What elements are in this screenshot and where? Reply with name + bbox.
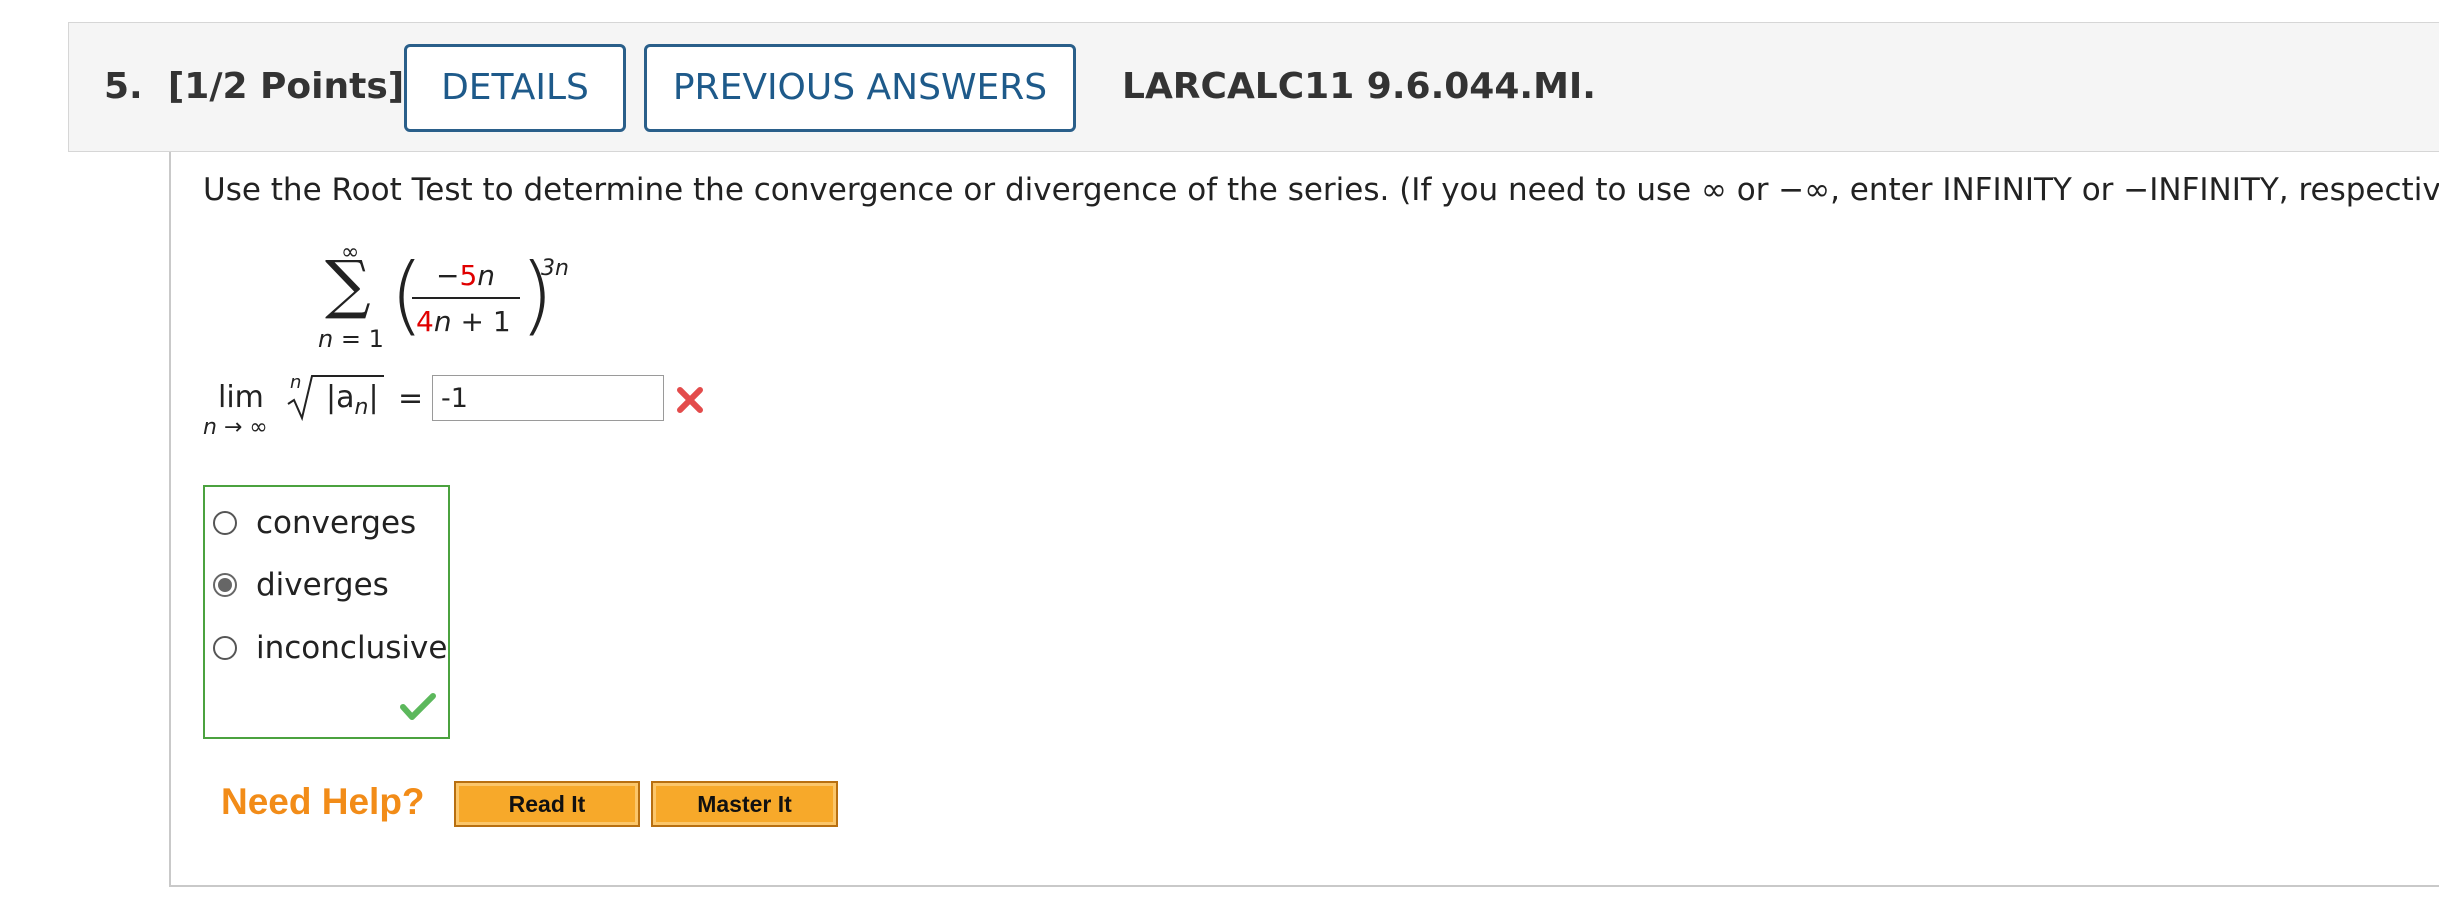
denominator-variable: n — [433, 305, 452, 338]
fraction-denominator: 4n + 1 — [416, 305, 511, 338]
instructions-text: Use the Root Test to determine the conve… — [203, 172, 2439, 208]
denominator-coefficient: 4 — [416, 305, 434, 338]
numerator-coefficient: 5 — [459, 259, 478, 292]
option-label: diverges — [256, 567, 389, 603]
option-converges[interactable]: converges — [213, 503, 416, 543]
sum-lower-limit: n = 1 — [318, 325, 384, 353]
option-inconclusive[interactable]: inconclusive — [213, 628, 447, 668]
checkmark-icon — [400, 693, 436, 720]
numerator-variable: n — [477, 259, 496, 292]
master-it-button[interactable]: Master It — [651, 781, 838, 827]
fraction-bar — [412, 297, 520, 299]
fraction-numerator: −5n — [436, 259, 495, 292]
radicand-a: |a — [326, 380, 355, 415]
lim-word: lim — [218, 380, 264, 415]
question-number: 5. [1/2 Points] — [104, 66, 404, 107]
lim-subscript: n → ∞ — [203, 415, 268, 440]
radio-diverges[interactable] — [213, 573, 237, 597]
points-label: [1/2 Points] — [167, 66, 405, 107]
numerator-sign: − — [436, 259, 460, 292]
question-number-label: 5. — [104, 66, 143, 107]
option-label: converges — [256, 505, 417, 541]
problem-id: LARCALC11 9.6.044.MI. — [1122, 66, 1596, 107]
previous-answers-button[interactable]: PREVIOUS ANSWERS — [644, 44, 1076, 132]
option-diverges[interactable]: diverges — [213, 565, 389, 605]
question-body — [169, 152, 2439, 887]
radicand-subscript: n — [354, 395, 369, 420]
read-it-button[interactable]: Read It — [454, 781, 640, 827]
option-label: inconclusive — [256, 630, 448, 666]
details-button[interactable]: DETAILS — [404, 44, 626, 132]
need-help-title: Need Help? — [221, 781, 425, 822]
equals-sign: = — [398, 381, 424, 416]
radicand-close: | — [368, 380, 379, 415]
x-mark-icon — [677, 387, 703, 413]
radio-converges[interactable] — [213, 511, 237, 535]
sigma-symbol: ∑ — [325, 248, 371, 322]
limit-answer-input[interactable] — [432, 375, 664, 421]
radicand: |an| — [326, 380, 379, 420]
root-index: n — [290, 372, 302, 393]
series-exponent: 3n — [541, 256, 569, 281]
radio-inconclusive[interactable] — [213, 636, 237, 660]
denominator-rest: + 1 — [451, 305, 511, 338]
